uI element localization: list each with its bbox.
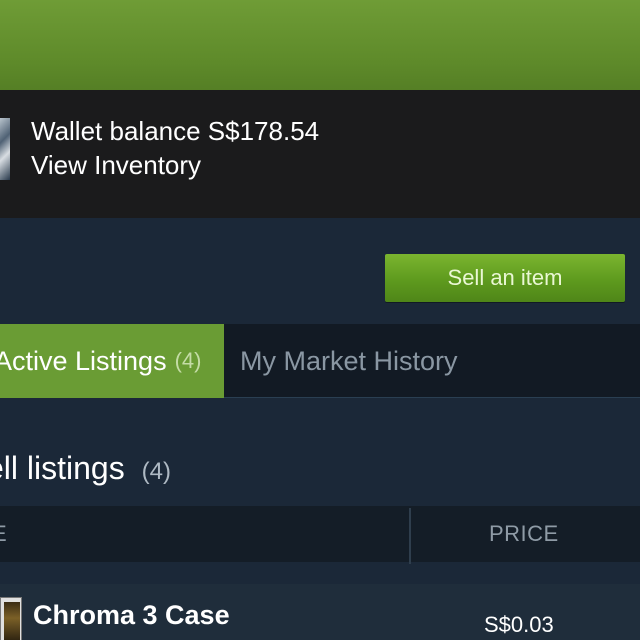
tab-active-listings-count: (4) — [174, 348, 202, 373]
tab-active-listings-label: Active Listings — [0, 345, 167, 376]
listing-item-name[interactable]: Chroma 3 Case — [33, 600, 230, 631]
column-divider — [409, 508, 411, 564]
sell-listings-count: (4) — [141, 458, 171, 485]
tab-my-market-history[interactable]: My Market History — [240, 324, 458, 398]
weapon-case-icon — [0, 597, 22, 640]
table-row[interactable]: Chroma 3 Case S$0.03 — [0, 584, 640, 640]
column-header-price[interactable]: PRICE — [489, 506, 559, 562]
view-inventory-link[interactable]: View Inventory — [31, 150, 201, 181]
tab-active-listings[interactable]: Active Listings (4) — [0, 324, 224, 398]
sell-listings-title: ell listings — [0, 450, 125, 486]
market-tabs: Active Listings (4) My Market History — [0, 324, 640, 398]
sell-listings-heading: ell listings (4) — [0, 450, 171, 487]
wallet-balance: Wallet balance S$178.54 — [31, 116, 320, 146]
inventory-item-thumbnail-icon — [0, 118, 10, 180]
sell-an-item-button[interactable]: Sell an item — [385, 254, 625, 302]
listing-item-price: S$0.03 — [484, 612, 554, 637]
listings-table-header: E PRICE — [0, 506, 640, 564]
column-header-name[interactable]: E — [0, 506, 8, 562]
weapon-case-icon-fill — [4, 602, 20, 640]
market-banner — [0, 0, 640, 90]
